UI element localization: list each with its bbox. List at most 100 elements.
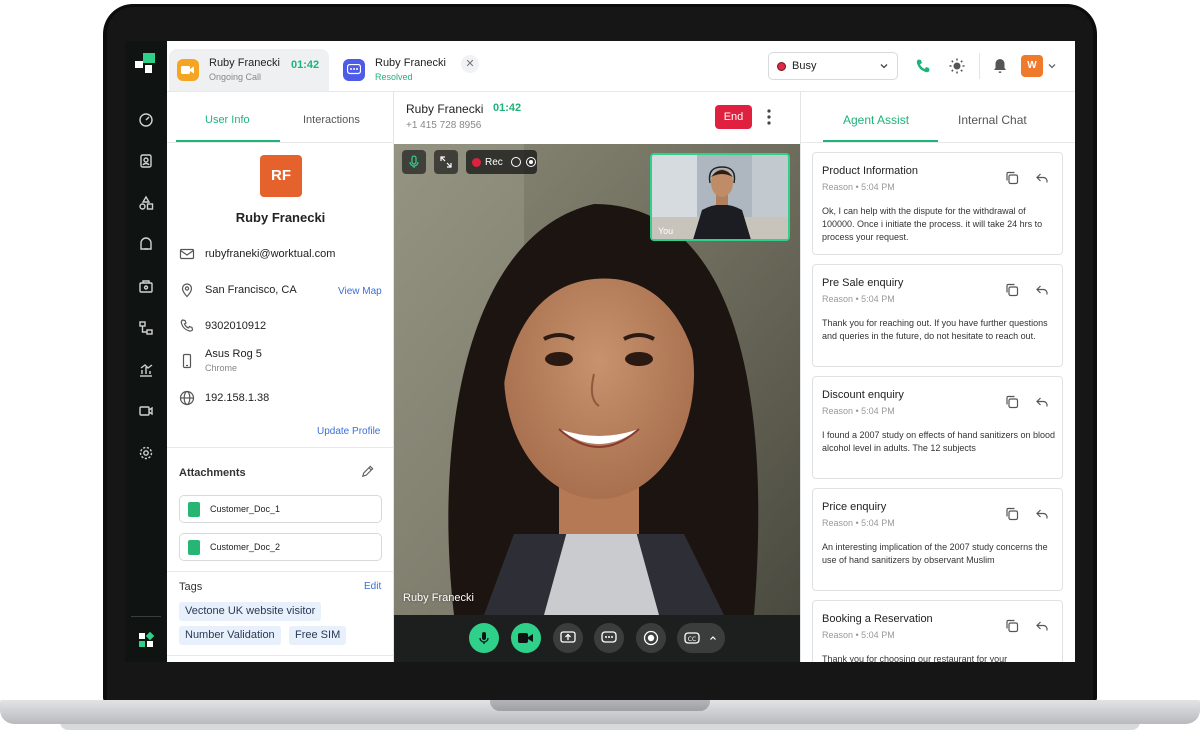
camera-toggle-button[interactable] <box>511 623 541 653</box>
apps-grid-icon[interactable] <box>137 631 155 649</box>
worktual-logo-icon <box>135 53 155 73</box>
tags-edit-link[interactable]: Edit <box>364 581 381 592</box>
card-reason: Reason • 5:04 PM <box>822 294 895 304</box>
attachment-item[interactable]: Customer_Doc_1 <box>179 495 382 523</box>
card-body: An interesting implication of the 2007 s… <box>822 542 1048 565</box>
card-reason: Reason • 5:04 PM <box>822 406 895 416</box>
video-call-icon <box>177 59 199 81</box>
copy-icon[interactable] <box>1005 171 1019 185</box>
reply-icon[interactable] <box>1035 171 1049 185</box>
card-title: Booking a Reservation <box>822 613 933 625</box>
tab-agent-assist[interactable]: Agent Assist <box>843 113 909 127</box>
tag-chip[interactable]: Vectone UK website visitor <box>179 602 322 621</box>
phone-outline-icon <box>180 319 194 332</box>
video-camera-icon <box>518 633 533 643</box>
edit-pencil-icon[interactable] <box>360 464 375 479</box>
assist-card[interactable]: Product Information Reason • 5:04 PM Ok,… <box>812 152 1063 255</box>
chat-bubble-icon <box>343 59 365 81</box>
tab-internal-chat[interactable]: Internal Chat <box>958 113 1027 127</box>
attachment-item[interactable]: Customer_Doc_2 <box>179 533 382 561</box>
chevron-up-icon <box>710 636 716 640</box>
update-profile-link[interactable]: Update Profile <box>317 426 380 437</box>
more-options-icon[interactable] <box>766 108 772 126</box>
reply-icon[interactable] <box>1035 283 1049 297</box>
inbox-icon[interactable] <box>137 235 155 253</box>
microphone-icon <box>409 155 419 168</box>
laptop-notch <box>490 700 710 711</box>
reply-icon[interactable] <box>1035 507 1049 521</box>
attachment-name: Customer_Doc_1 <box>210 504 281 514</box>
self-video-pip[interactable]: You <box>650 153 790 241</box>
attachments-title: Attachments <box>179 467 246 479</box>
copy-icon[interactable] <box>1005 507 1019 521</box>
video-recordings-icon[interactable] <box>137 402 155 420</box>
assist-card[interactable]: Price enquiry Reason • 5:04 PM An intere… <box>812 488 1063 591</box>
flow-icon[interactable] <box>137 319 155 337</box>
account-chevron-icon[interactable] <box>1047 61 1057 71</box>
integrations-icon[interactable] <box>137 277 155 295</box>
tag-chip[interactable]: Free SIM <box>289 626 347 645</box>
card-title: Product Information <box>822 165 918 177</box>
stop-rec-icon[interactable] <box>525 157 536 167</box>
globe-icon <box>179 390 195 406</box>
phone-icon[interactable] <box>914 57 932 75</box>
call-tab-resolved[interactable]: Ruby Franecki Resolved ✕ <box>337 49 507 91</box>
card-body: Ok, I can help with the dispute for the … <box>822 206 1043 242</box>
analytics-icon[interactable] <box>137 361 155 379</box>
assist-card[interactable]: Booking a Reservation Reason • 5:04 PM T… <box>812 600 1063 662</box>
dashboard-icon[interactable] <box>137 111 155 129</box>
active-tab-underline <box>176 140 280 142</box>
tab-user-info[interactable]: User Info <box>205 114 250 126</box>
document-icon <box>188 539 200 555</box>
fullscreen-button[interactable] <box>434 150 458 174</box>
caller-name: Ruby Franecki <box>406 102 484 116</box>
tag-chip[interactable]: Number Validation <box>179 626 281 645</box>
card-title: Price enquiry <box>822 501 887 513</box>
device-row: Asus Rog 5 Chrome <box>179 348 262 373</box>
call-tab-active[interactable]: Ruby Franecki Ongoing Call 01:42 <box>169 49 329 91</box>
mute-button[interactable] <box>469 623 499 653</box>
share-screen-button[interactable] <box>553 623 583 653</box>
captions-button[interactable]: CC <box>677 623 725 653</box>
view-map-link[interactable]: View Map <box>338 286 382 297</box>
caller-phone: +1 415 728 8956 <box>406 120 482 131</box>
tab-interactions[interactable]: Interactions <box>303 114 360 126</box>
assist-card[interactable]: Discount enquiry Reason • 5:04 PM I foun… <box>812 376 1063 479</box>
contacts-icon[interactable] <box>137 152 155 170</box>
ip-row: 192.158.1.38 <box>179 390 269 406</box>
copy-icon[interactable] <box>1005 283 1019 297</box>
settings-gear-icon[interactable] <box>137 444 155 462</box>
reply-icon[interactable] <box>1035 395 1049 409</box>
record-icon <box>643 630 659 646</box>
agent-status-select[interactable]: Busy <box>768 52 898 80</box>
pause-rec-icon[interactable] <box>510 157 521 167</box>
call-tab-status: Ongoing Call <box>209 72 262 82</box>
sun-brightness-icon[interactable] <box>948 57 966 75</box>
chat-button[interactable] <box>594 623 624 653</box>
email-row: rubyfraneki@worktual.com <box>179 246 335 262</box>
mobile-device-icon <box>182 353 192 368</box>
mic-toggle-button[interactable] <box>402 150 426 174</box>
app-screen: Ruby Franecki Ongoing Call 01:42 Ruby Fr… <box>125 41 1075 662</box>
copy-icon[interactable] <box>1005 395 1019 409</box>
assist-tabs: Agent Assist Internal Chat <box>801 92 1075 143</box>
shapes-icon[interactable] <box>137 194 155 212</box>
user-avatar[interactable]: W <box>1021 55 1043 77</box>
recording-indicator[interactable]: Rec <box>466 150 537 174</box>
reply-icon[interactable] <box>1035 619 1049 633</box>
card-reason: Reason • 5:04 PM <box>822 182 895 192</box>
mail-icon <box>179 248 195 260</box>
rec-label: Rec <box>485 156 503 168</box>
record-button[interactable] <box>636 623 666 653</box>
assist-card[interactable]: Pre Sale enquiry Reason • 5:04 PM Thank … <box>812 264 1063 367</box>
call-controls-bar: CC <box>394 615 800 662</box>
close-tab-icon[interactable]: ✕ <box>461 55 479 73</box>
bell-icon[interactable] <box>991 57 1009 75</box>
agent-assist-panel: Agent Assist Internal Chat Product Infor… <box>800 92 1075 662</box>
location-row: San Francisco, CA <box>179 282 297 298</box>
document-icon <box>188 501 200 517</box>
chevron-down-icon <box>880 64 888 69</box>
video-caller-label: Ruby Franecki <box>403 592 474 604</box>
end-call-button[interactable]: End <box>715 105 752 129</box>
copy-icon[interactable] <box>1005 619 1019 633</box>
